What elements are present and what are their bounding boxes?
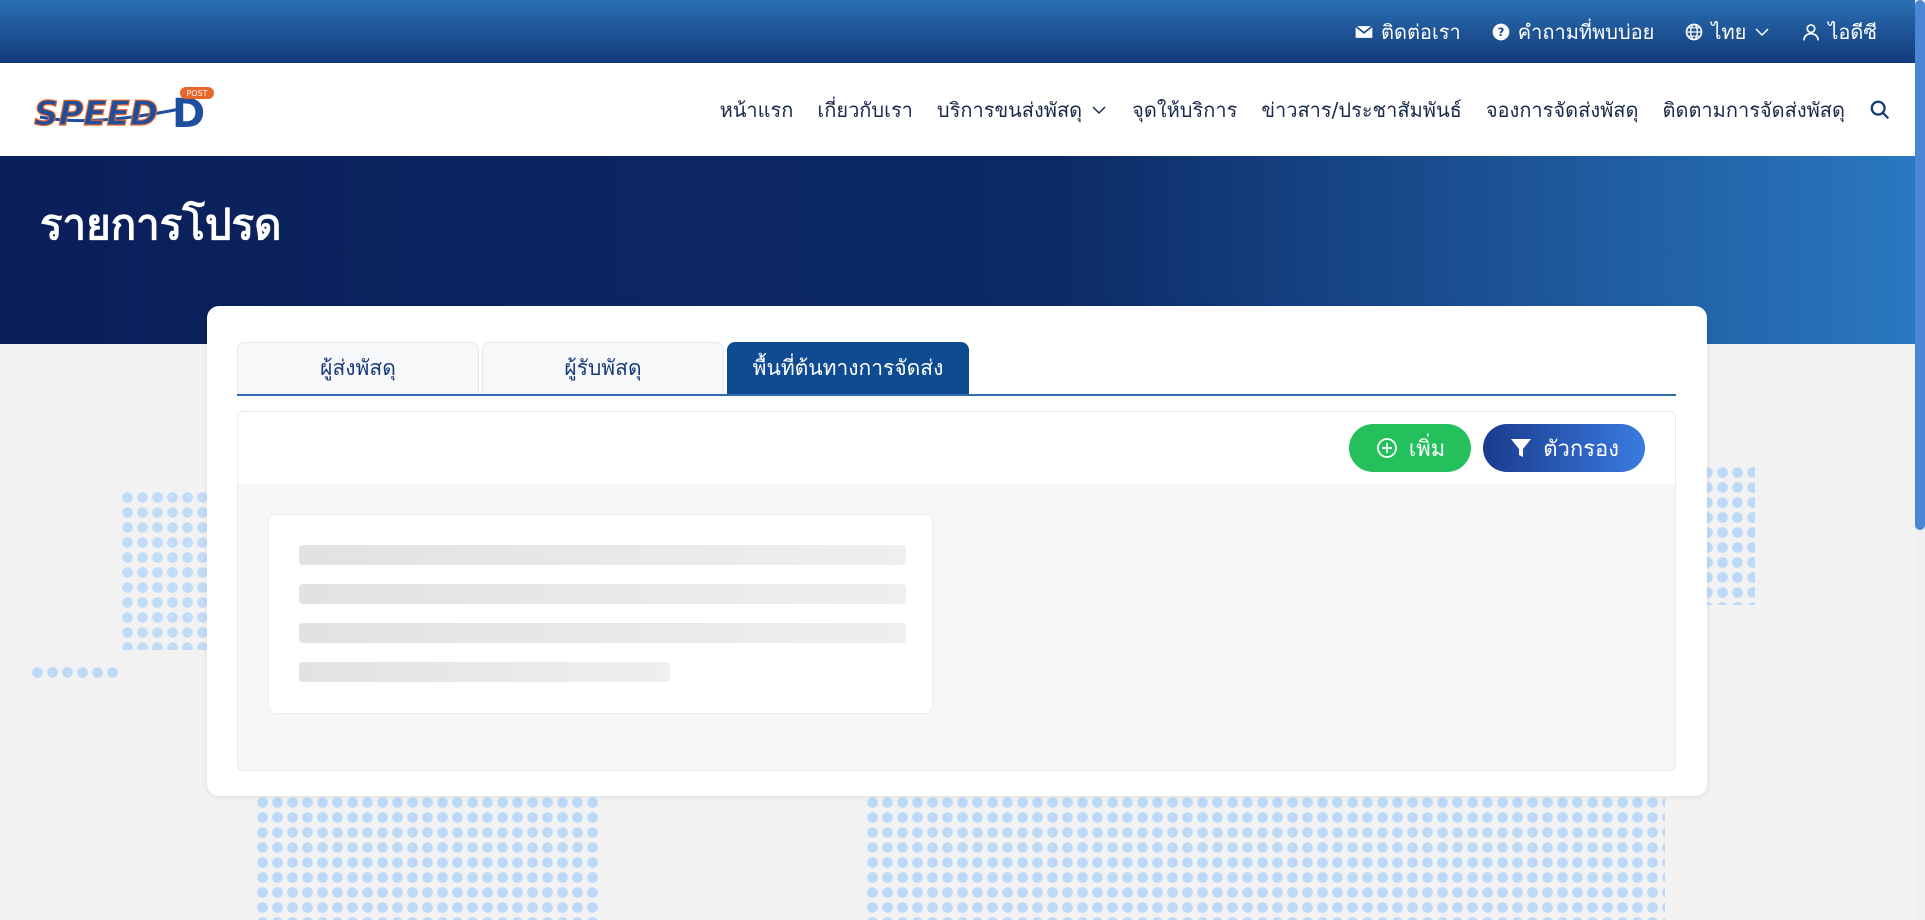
faq-label: คำถามที่พบบ่อย: [1517, 19, 1655, 44]
language-selector[interactable]: ไทย: [1684, 16, 1771, 48]
tab-senders[interactable]: ผู้ส่งพัสดุ: [237, 342, 479, 394]
logo-badge: POST: [186, 89, 207, 98]
favorites-tabs: ผู้ส่งพัสดุ ผู้รับพัสดุ พื้นที่ต้นทางการ…: [237, 336, 1676, 396]
logo-graphic: SPEED D POST: [33, 86, 214, 137]
plus-circle-icon: [1376, 438, 1397, 458]
envelope-icon: [1355, 25, 1373, 38]
tab-panel: เพิ่ม ตัวกรอง: [237, 411, 1676, 771]
tab-origin-areas[interactable]: พื้นที่ต้นทางการจัดส่ง: [727, 342, 969, 394]
loading-skeleton-card: [268, 514, 933, 714]
page-scrollbar[interactable]: [1915, 0, 1925, 920]
tab-recipients[interactable]: ผู้รับพัสดุ: [482, 342, 724, 394]
nav-item-booking[interactable]: จองการจัดส่งพัสดุ: [1486, 94, 1639, 126]
contact-label: ติดต่อเรา: [1380, 19, 1461, 44]
add-button-label: เพิ่ม: [1408, 436, 1446, 462]
nav-item-services-label: บริการขนส่งพัสดุ: [936, 97, 1083, 122]
nav-item-services[interactable]: บริการขนส่งพัสดุ: [937, 94, 1108, 126]
chevron-down-icon: [1092, 105, 1106, 114]
logo-text: SPEED: [34, 94, 158, 133]
svg-text:?: ?: [1497, 25, 1504, 39]
scrollbar-thumb[interactable]: [1915, 0, 1925, 530]
nav-item-about[interactable]: เกี่ยวกับเรา: [817, 94, 913, 126]
nav-item-service-points[interactable]: จุดให้บริการ: [1132, 94, 1237, 126]
favorites-card: ผู้ส่งพัสดุ ผู้รับพัสดุ พื้นที่ต้นทางการ…: [207, 306, 1707, 796]
nav-item-tracking[interactable]: ติดตามการจัดส่งพัสดุ: [1662, 94, 1845, 126]
filter-button[interactable]: ตัวกรอง: [1483, 424, 1645, 472]
skeleton-line: [299, 545, 906, 565]
filter-icon: [1511, 439, 1532, 457]
skeleton-line: [299, 662, 670, 682]
nav-item-news[interactable]: ข่าวสาร/ประชาสัมพันธ์: [1261, 94, 1462, 126]
chevron-down-icon: [1755, 27, 1769, 36]
nav-item-home[interactable]: หน้าแรก: [720, 94, 794, 126]
skeleton-line: [299, 623, 906, 643]
top-utility-bar: ติดต่อเรา ? คำถามที่พบบ่อย ไทย ไอดีซี: [0, 0, 1915, 63]
contact-link[interactable]: ติดต่อเรา: [1354, 16, 1461, 48]
filter-button-label: ตัวกรอง: [1543, 436, 1619, 462]
user-menu[interactable]: ไอดีซี: [1801, 16, 1877, 48]
language-label: ไทย: [1711, 19, 1747, 44]
map-dots-bottom-left: [255, 795, 600, 920]
faq-link[interactable]: ? คำถามที่พบบ่อย: [1491, 16, 1655, 48]
map-dots-bottom-right: [865, 795, 1665, 920]
nav-menu: หน้าแรก เกี่ยวกับเรา บริการขนส่งพัสดุ จุ…: [720, 94, 1891, 126]
speed-d-logo[interactable]: SPEED D POST: [30, 86, 230, 137]
map-dots-left-tail: [30, 665, 120, 680]
question-circle-icon: ?: [1492, 23, 1510, 40]
search-icon: [1870, 100, 1890, 119]
add-button[interactable]: เพิ่ม: [1348, 424, 1472, 472]
search-button[interactable]: [1869, 99, 1891, 121]
globe-icon: [1686, 23, 1703, 40]
map-dots-right: [1700, 465, 1755, 605]
panel-toolbar: เพิ่ม ตัวกรอง: [238, 412, 1675, 484]
page-title: รายการโปรด: [40, 200, 282, 249]
main-navbar: SPEED D POST หน้าแรก เกี่ยวกับเรา บริการ…: [0, 63, 1915, 156]
skeleton-line: [299, 584, 906, 604]
user-icon: [1803, 23, 1820, 40]
user-label: ไอดีซี: [1828, 19, 1877, 44]
